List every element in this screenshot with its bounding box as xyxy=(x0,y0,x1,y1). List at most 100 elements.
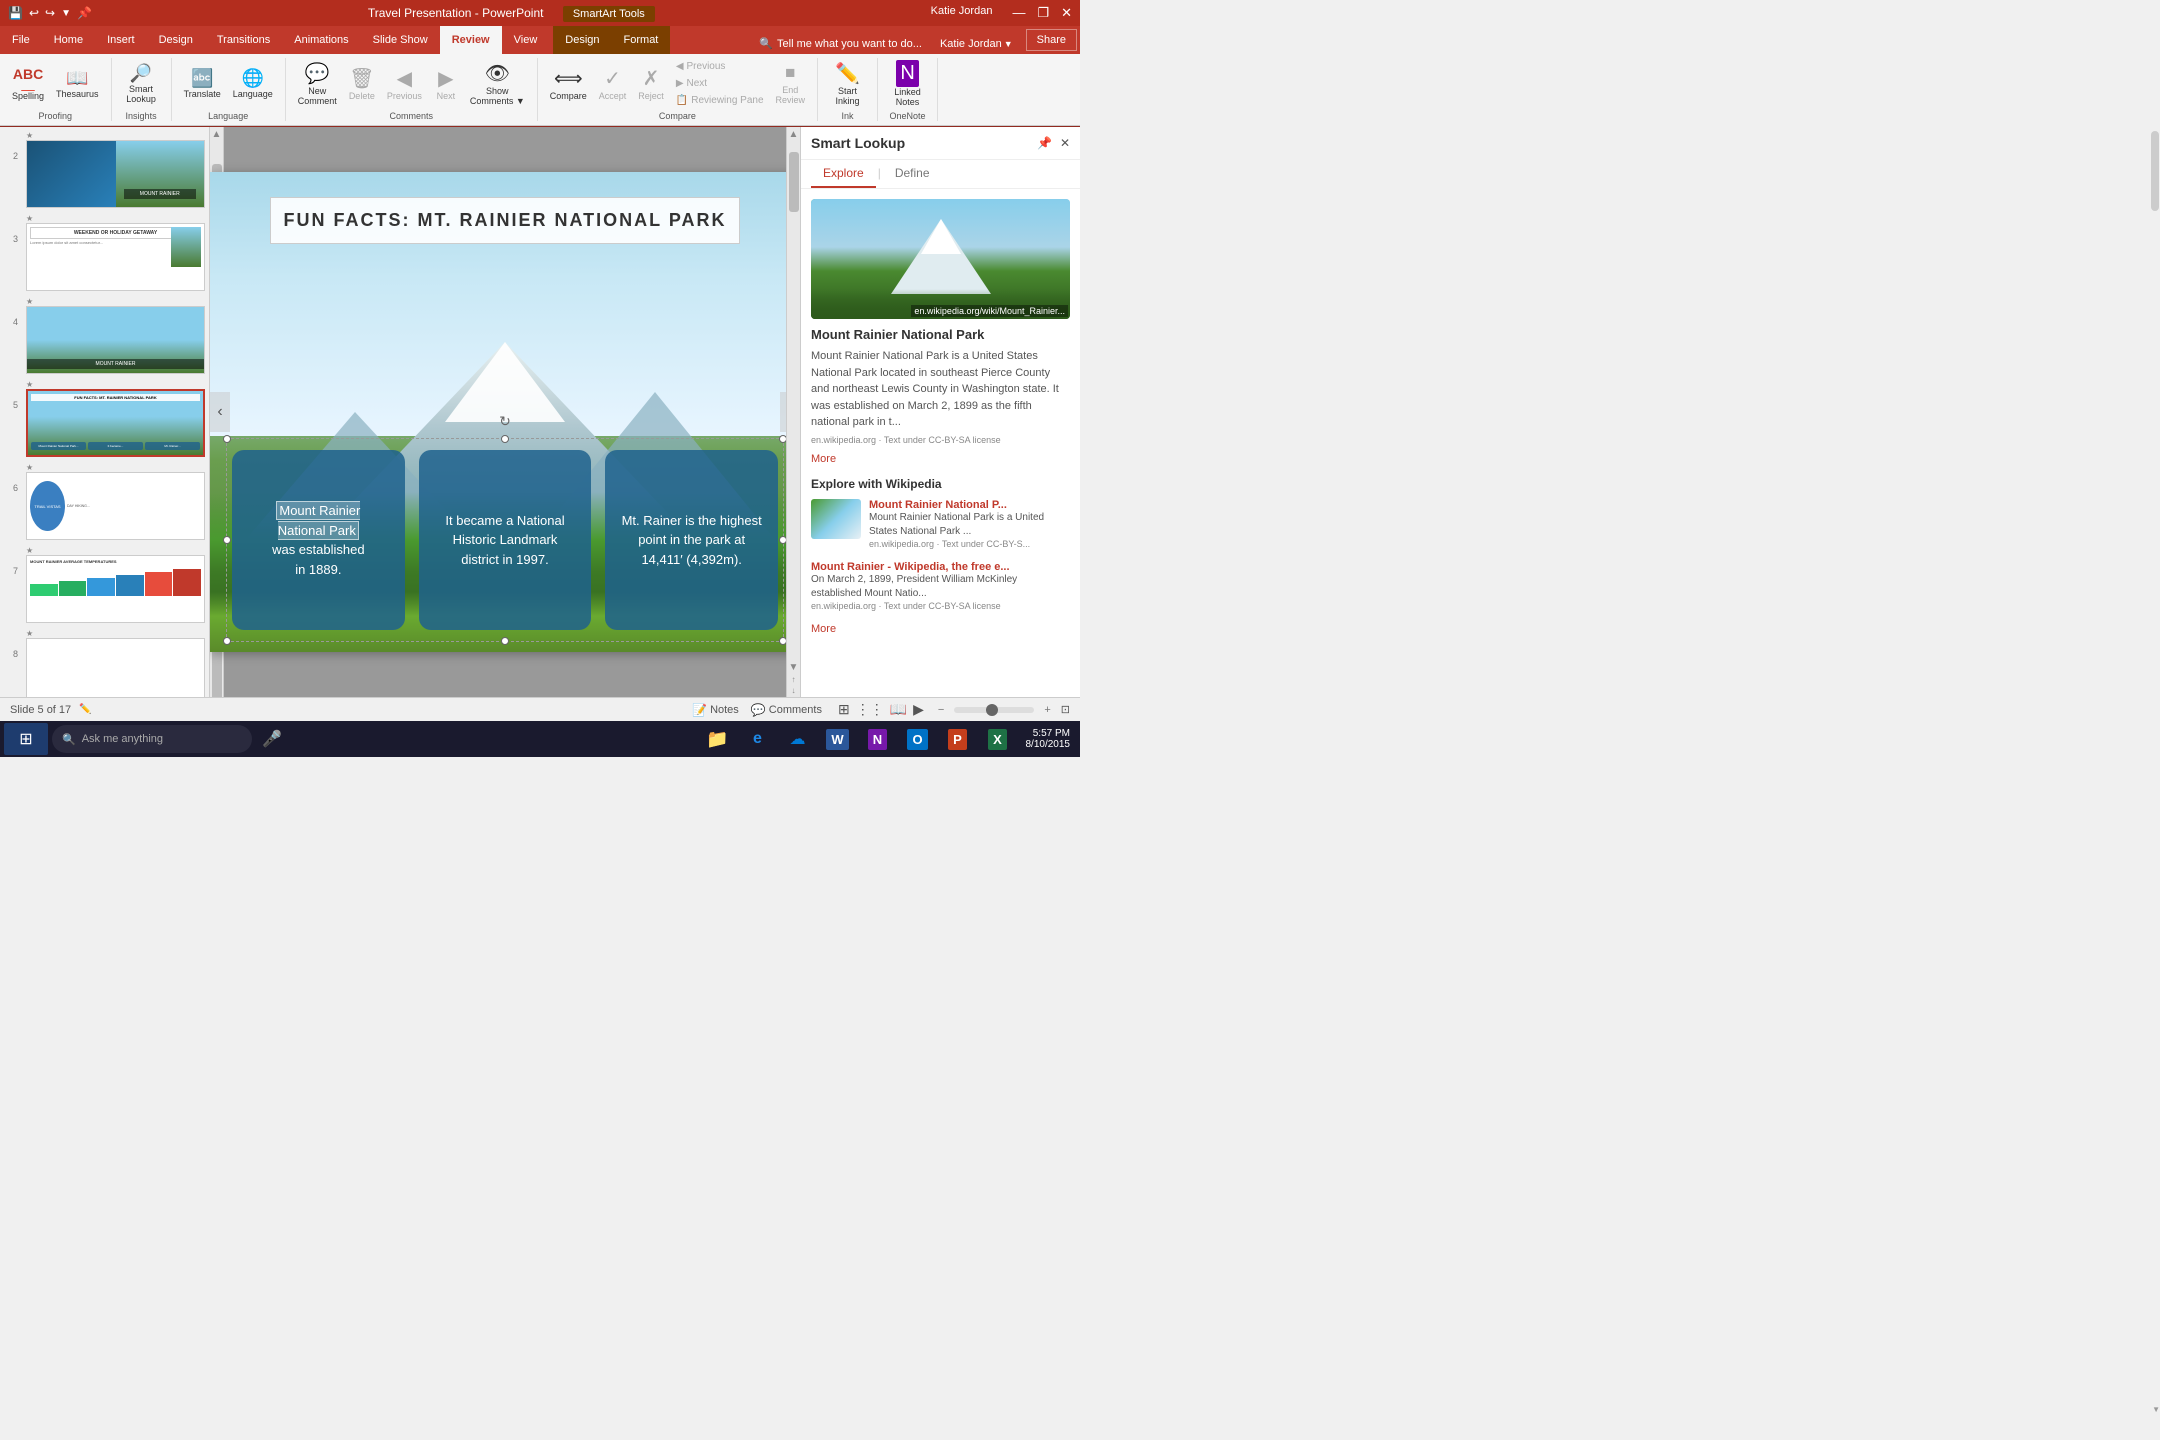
tab-smartart-format[interactable]: Format xyxy=(612,26,671,54)
close-panel-btn[interactable]: ✕ xyxy=(1060,136,1070,150)
slide-prev-btn[interactable]: ‹ xyxy=(210,392,230,432)
star-4: ★ xyxy=(26,297,205,306)
previous2-btn[interactable]: ◀ Previous xyxy=(672,59,768,74)
zoom-slider-thumb[interactable] xyxy=(986,704,998,716)
view-normal-btn[interactable]: ⊞ xyxy=(838,701,850,718)
slide-thumb-4[interactable]: 4 ★ MOUNT RAINIER xyxy=(4,297,205,374)
slide-thumb-6[interactable]: 6 ★ TRAIL VISTAS DAY HIKING... xyxy=(4,463,205,540)
zoom-fit-btn[interactable]: ⊡ xyxy=(1061,703,1070,716)
taskbar-excel[interactable]: X xyxy=(980,723,1016,755)
fact-box-3[interactable]: Mt. Rainer is the highest point in the p… xyxy=(605,450,778,630)
close-btn[interactable]: ✕ xyxy=(1061,5,1072,21)
redo-icon[interactable]: ↪ xyxy=(45,6,55,20)
vscroll-down-btn[interactable]: ▼ xyxy=(787,660,800,675)
taskbar-outlook[interactable]: O xyxy=(900,723,936,755)
tab-define[interactable]: Define xyxy=(883,160,942,188)
sl-result-1-title[interactable]: Mount Rainier National P... xyxy=(869,499,1070,511)
pin-icon[interactable]: 📌 xyxy=(77,6,92,20)
scroll-page-up[interactable]: ↑ xyxy=(792,675,796,684)
comments-btn[interactable]: 💬 Comments xyxy=(751,703,822,717)
next-comment-btn[interactable]: ▶ Next xyxy=(430,64,462,103)
scroll-bar-right[interactable]: ▲ ▼ ↑ ↓ xyxy=(786,127,800,697)
customize-icon[interactable]: ▼ xyxy=(61,8,71,19)
tab-home[interactable]: Home xyxy=(42,26,95,54)
fact-box-1[interactable]: Mount RainierNational Park was establish… xyxy=(232,450,405,630)
fact3-text: Mt. Rainer is the highest point in the p… xyxy=(619,511,764,570)
cortana-mic[interactable]: 🎤 xyxy=(256,729,288,749)
taskbar-word[interactable]: W xyxy=(820,723,856,755)
slide-thumb-3[interactable]: 3 ★ WEEKEND OR HOLIDAY GETAWAY Lorem ips… xyxy=(4,214,205,291)
undo-icon[interactable]: ↩ xyxy=(29,6,39,20)
tab-design[interactable]: Design xyxy=(147,26,205,54)
tab-insert[interactable]: Insert xyxy=(95,26,147,54)
tab-transitions[interactable]: Transitions xyxy=(205,26,282,54)
next2-btn[interactable]: ▶ Next xyxy=(672,76,768,91)
tell-me-box[interactable]: 🔍 Tell me what you want to do... xyxy=(751,33,930,54)
taskbar-onenote[interactable]: N xyxy=(860,723,896,755)
end-review-btn[interactable]: ⏹ EndReview xyxy=(772,60,810,107)
scroll-page-down[interactable]: ↓ xyxy=(792,686,796,695)
new-comment-btn[interactable]: 💬 NewComment xyxy=(294,59,341,108)
start-inking-btn[interactable]: ✏️ StartInking xyxy=(831,59,864,108)
maximize-btn[interactable]: ❐ xyxy=(1037,5,1049,21)
spelling-btn[interactable]: ABC ___ Spelling xyxy=(8,64,48,103)
taskbar-powerpoint[interactable]: P xyxy=(940,723,976,755)
tab-file[interactable]: File xyxy=(0,26,42,54)
tab-view[interactable]: View xyxy=(502,26,550,54)
translate-icon: 🔤 xyxy=(191,68,213,89)
sl-more2-btn[interactable]: More xyxy=(811,623,1070,635)
thesaurus-btn[interactable]: 📖 Thesaurus xyxy=(52,66,103,101)
linked-notes-btn[interactable]: N LinkedNotes xyxy=(890,58,925,109)
scroll-up-btn[interactable]: ▲ xyxy=(210,127,223,142)
start-btn[interactable]: ⊞ xyxy=(4,723,48,755)
view-slideshow-btn[interactable]: ▶ xyxy=(913,701,924,718)
slide-num-4: 4 xyxy=(4,317,18,327)
fact-box-2[interactable]: It became a National Historic Landmark d… xyxy=(419,450,592,630)
language-btn[interactable]: 🌐 Language xyxy=(229,66,277,101)
sl-scroll-thumb[interactable] xyxy=(2151,131,2159,211)
sl-result-2-title[interactable]: Mount Rainier - Wikipedia, the free e... xyxy=(811,561,1070,573)
show-comments-btn[interactable]: 👁 ShowComments ▼ xyxy=(466,59,529,108)
accept-btn[interactable]: ✓ Accept xyxy=(595,64,631,103)
tab-review[interactable]: Review xyxy=(440,26,502,54)
slide-thumb-2[interactable]: 2 ★ MOUNT RAINIER xyxy=(4,131,205,208)
search-bar[interactable]: 🔍 Ask me anything xyxy=(52,725,252,753)
notes-edit-btn[interactable]: ✏️ xyxy=(79,704,91,715)
save-icon[interactable]: 💾 xyxy=(8,6,23,20)
taskbar-explorer[interactable]: 📁 xyxy=(700,723,736,755)
sl-result-1: Mount Rainier National P... Mount Rainie… xyxy=(811,499,1070,549)
zoom-in-btn[interactable]: + xyxy=(1044,704,1050,716)
sl-scrollbar[interactable]: ▼ xyxy=(2150,130,2160,1416)
compare-btn[interactable]: ⟺ Compare xyxy=(546,64,591,103)
pin-panel-btn[interactable]: 📌 xyxy=(1037,136,1052,150)
delete-comment-btn[interactable]: 🗑 Delete xyxy=(345,64,379,103)
slide-thumb-7[interactable]: 7 ★ MOUNT RAINIER AVERAGE TEMPERATURES xyxy=(4,546,205,623)
view-slides-btn[interactable]: ⋮⋮ xyxy=(856,701,884,718)
zoom-slider[interactable] xyxy=(954,707,1034,713)
slide-title-box: FUN FACTS: MT. RAINIER NATIONAL PARK xyxy=(270,197,740,244)
reject-btn[interactable]: ✗ Reject xyxy=(634,64,668,103)
reviewing-pane-btn[interactable]: 📋 Reviewing Pane xyxy=(672,93,768,108)
user-area[interactable]: Katie Jordan ▼ xyxy=(930,34,1023,54)
slide-thumb-5[interactable]: 5 ★ FUN FACTS: MT. RAINIER NATIONAL PARK… xyxy=(4,380,205,457)
tab-smartart-design[interactable]: Design xyxy=(553,26,611,54)
tab-animations[interactable]: Animations xyxy=(282,26,360,54)
smart-lookup-btn[interactable]: 🔎 SmartLookup xyxy=(122,61,160,106)
tab-explore[interactable]: Explore xyxy=(811,160,876,188)
previous-comment-btn[interactable]: ◀ Previous xyxy=(383,64,426,103)
slide-num-8: 8 xyxy=(4,649,18,659)
sl-more-btn[interactable]: More xyxy=(811,453,1070,465)
notes-btn[interactable]: 📝 Notes xyxy=(692,703,739,717)
taskbar-onedrive[interactable]: ☁ xyxy=(780,723,816,755)
vscroll-up-btn[interactable]: ▲ xyxy=(787,127,800,142)
tab-slideshow[interactable]: Slide Show xyxy=(361,26,440,54)
view-reading-btn[interactable]: 📖 xyxy=(890,701,907,718)
zoom-out-btn[interactable]: − xyxy=(938,704,944,716)
sl-scroll-down[interactable]: ▼ xyxy=(2152,1405,2160,1414)
translate-btn[interactable]: 🔤 Translate xyxy=(180,66,225,101)
taskbar-edge[interactable]: e xyxy=(740,723,776,755)
share-btn[interactable]: Share xyxy=(1026,29,1077,51)
slide-thumb-8[interactable]: 8 ★ xyxy=(4,629,205,697)
minimize-btn[interactable]: — xyxy=(1012,5,1025,21)
vscroll-thumb[interactable] xyxy=(789,152,799,212)
